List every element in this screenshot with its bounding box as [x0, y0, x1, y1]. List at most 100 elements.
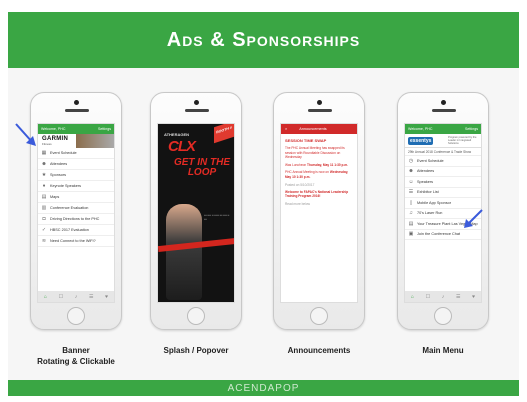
splash-headline: GET IN THE LOOP: [173, 157, 231, 178]
phone-icon: ▯: [409, 199, 413, 206]
main-menu: ▦ Event Schedule ☻ Attendees ★ Sponsors ♦ Ke…: [38, 148, 114, 247]
phone-banner: Welcome, PHC Settings GARMIN Fitness ▦ Ev…: [30, 92, 122, 330]
close-icon[interactable]: ×: [285, 127, 287, 131]
home-button[interactable]: [434, 307, 452, 325]
footer-logo: ACENDAPOP: [227, 382, 300, 394]
camera-icon: [74, 100, 79, 105]
banner-sub: Fitness: [42, 142, 52, 146]
star-icon: ★: [41, 172, 47, 178]
phone-announcements: × Announcements SESSION TIME SWAP The PH…: [273, 92, 365, 330]
menu-item[interactable]: ▥ Conference Evaluation: [38, 203, 114, 214]
speaker-icon: [308, 109, 332, 112]
camera-icon: [317, 100, 322, 105]
announcement-date: Posted on 5/10/2017: [285, 182, 315, 187]
menu-item[interactable]: ☻ Attendees: [38, 159, 114, 170]
mic-icon: ♦: [42, 183, 46, 189]
camera-icon: [441, 100, 446, 105]
screen-splash: BOOTH # ATHERAGEN CLX GET IN THE LOOP ▪▪…: [157, 123, 235, 303]
speaker-icon: ☺: [408, 178, 414, 185]
page-footer: ACENDAPOP: [8, 380, 519, 396]
caption-main-menu: Main Menu: [422, 346, 464, 355]
menu-item[interactable]: ▯ Mobile App Sponsor: [405, 198, 481, 209]
alerts-tab-icon[interactable]: ♪: [442, 294, 445, 300]
sponsor-logo: essentys: [408, 136, 434, 145]
splash-brand: ATHERAGEN: [164, 132, 190, 137]
menu-item[interactable]: ★ Sponsors: [38, 170, 114, 181]
phone-splash: BOOTH # ATHERAGEN CLX GET IN THE LOOP ▪▪…: [150, 92, 242, 330]
music-icon: ♫: [409, 210, 413, 217]
menu-item[interactable]: ≋ Need Connect to the WiFi?: [38, 236, 114, 247]
menu-item[interactable]: ◷ Event Schedule: [405, 156, 481, 167]
splash-fine-print: ▪▪▪ ▪▪▪▪ ▪▪ ▪▪▪▪▪ ▪▪▪ ▪▪▪▪ ▪▪ ▪▪▪: [204, 214, 230, 221]
settings-link[interactable]: Settings: [98, 127, 111, 131]
menu-item[interactable]: ◘ Driving Directions to the PHC: [38, 214, 114, 225]
more-tab-icon[interactable]: ☰: [456, 294, 460, 300]
announcements-header: × Announcements: [281, 124, 357, 134]
event-subtitle: 29th Annual 2018 Conference & Trade Show: [405, 148, 481, 156]
menu-item[interactable]: ☰ Exhibitor List: [405, 188, 481, 198]
menu-item[interactable]: ☺ Speakers: [405, 177, 481, 188]
announcements-title: Announcements: [299, 127, 327, 131]
settings-link[interactable]: Settings: [465, 127, 478, 131]
announcement-text: PHC Annual Meeting is now on Wednesday, …: [285, 170, 349, 179]
favorites-tab-icon[interactable]: ♥: [105, 294, 108, 300]
menu-item[interactable]: ☻ Attendees: [405, 167, 481, 177]
welcome-text: Welcome, PHC: [41, 127, 66, 131]
info-tab-icon[interactable]: ☐: [59, 294, 63, 300]
screen-banner: Welcome, PHC Settings GARMIN Fitness ▦ Ev…: [37, 123, 115, 303]
read-more-link[interactable]: Read more below: [285, 202, 353, 206]
check-icon: ✓: [41, 227, 47, 233]
calendar-icon: ▦: [41, 150, 47, 156]
page-header: Ads & Sponsorships: [8, 12, 519, 68]
menu-item[interactable]: ♦ Keynote Speakers: [38, 181, 114, 192]
home-button[interactable]: [187, 307, 205, 325]
map-icon: ▤: [408, 220, 414, 227]
announcement-title: Welcome to FAPAC's National Leadership T…: [285, 189, 349, 199]
booth-badge: BOOTH #: [214, 124, 234, 144]
speaker-icon: [432, 109, 456, 112]
wifi-icon: ≋: [41, 238, 47, 244]
home-button[interactable]: [310, 307, 328, 325]
sponsor-banner[interactable]: essentys Program powered by the Leader i…: [405, 134, 481, 148]
splash-logo: CLX: [168, 138, 196, 155]
menu-item[interactable]: ▤ Maps: [38, 192, 114, 203]
home-tab-icon[interactable]: ⌂: [44, 294, 47, 300]
screen-announcements: × Announcements SESSION TIME SWAP The PH…: [280, 123, 358, 303]
splash-photo: [166, 204, 202, 300]
menu-item[interactable]: ✓ HBSC 2017 Evaluation: [38, 225, 114, 236]
list-icon: ☰: [408, 189, 414, 196]
announcement-text: Was Luncheon Thursday, May 11 1:30 p.m.: [285, 162, 349, 167]
car-icon: ◘: [42, 216, 46, 222]
caption-announcements: Announcements: [287, 346, 351, 355]
announcement-title: SESSION TIME SWAP: [285, 138, 327, 143]
caption-banner: Banner Rotating & Clickable: [37, 346, 115, 366]
more-tab-icon[interactable]: ☰: [89, 294, 93, 300]
info-tab-icon[interactable]: ☐: [426, 294, 430, 300]
clock-icon: ◷: [408, 157, 414, 164]
home-button[interactable]: [67, 307, 85, 325]
tab-bar: ⌂ ☐ ♪ ☰ ♥: [38, 291, 114, 302]
tab-bar: ⌂ ☐ ♪ ☰ ♥: [405, 291, 481, 302]
alerts-tab-icon[interactable]: ♪: [75, 294, 78, 300]
menu-item[interactable]: ▦ Event Schedule: [38, 148, 114, 159]
pointer-arrow-icon: [15, 123, 36, 146]
banner-image: [76, 134, 114, 148]
favorites-tab-icon[interactable]: ♥: [472, 294, 475, 300]
announcement-text: The PHC Annual Meeting has swapped its s…: [285, 146, 345, 160]
pointer-arrow-icon: [464, 209, 483, 228]
chat-icon: ▣: [408, 231, 414, 238]
map-icon: ▤: [41, 194, 47, 200]
sponsor-banner[interactable]: GARMIN Fitness: [38, 134, 114, 148]
home-tab-icon[interactable]: ⌂: [411, 294, 414, 300]
speaker-icon: [185, 109, 209, 112]
people-icon: ☻: [408, 168, 414, 175]
splash-ad[interactable]: BOOTH # ATHERAGEN CLX GET IN THE LOOP ▪▪…: [158, 124, 234, 302]
menu-item[interactable]: ▣ Join the Conference Chat: [405, 230, 481, 240]
app-header: Welcome, PHC Settings: [38, 124, 114, 134]
people-icon: ☻: [41, 161, 47, 167]
clipboard-icon: ▥: [41, 205, 47, 211]
caption-splash: Splash / Popover: [163, 346, 229, 355]
page-title: Ads & Sponsorships: [166, 28, 361, 51]
announcement-list: SESSION TIME SWAP The PHC Annual Meeting…: [281, 134, 357, 206]
camera-icon: [194, 100, 199, 105]
